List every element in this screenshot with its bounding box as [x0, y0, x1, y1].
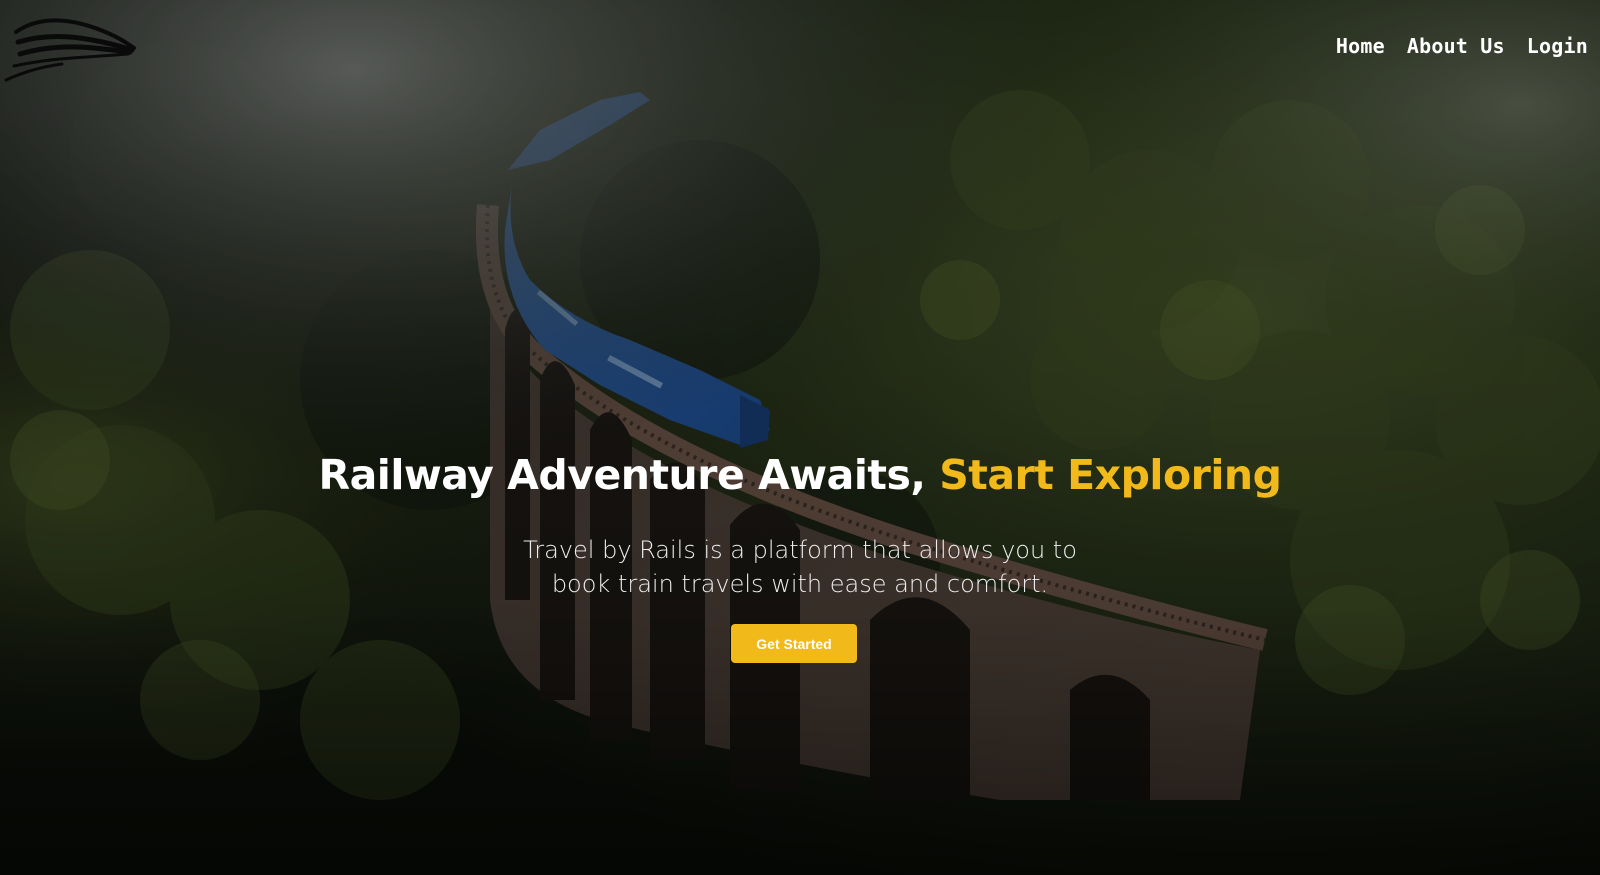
landing-page: Home About Us Login Railway Adventure Aw… [0, 0, 1600, 875]
hero-title-accent: Start Exploring [939, 451, 1282, 499]
top-nav: Home About Us Login [1336, 34, 1588, 58]
hero-title-main: Railway Adventure Awaits, [318, 451, 940, 499]
hero-title: Railway Adventure Awaits, Start Explorin… [0, 451, 1600, 499]
hero-subtitle-line-2: book train travels with ease and comfort… [551, 570, 1049, 598]
get-started-button[interactable]: Get Started [731, 624, 857, 663]
hero-subtitle-line-1: Travel by Rails is a platform that allow… [523, 536, 1077, 564]
hero-subtitle: Travel by Rails is a platform that allow… [0, 533, 1600, 601]
nav-about-us-link[interactable]: About Us [1407, 34, 1505, 58]
hero-background-image [0, 0, 1600, 875]
train-logo-icon[interactable] [2, 10, 136, 86]
nav-login-link[interactable]: Login [1527, 34, 1588, 58]
nav-home-link[interactable]: Home [1336, 34, 1385, 58]
